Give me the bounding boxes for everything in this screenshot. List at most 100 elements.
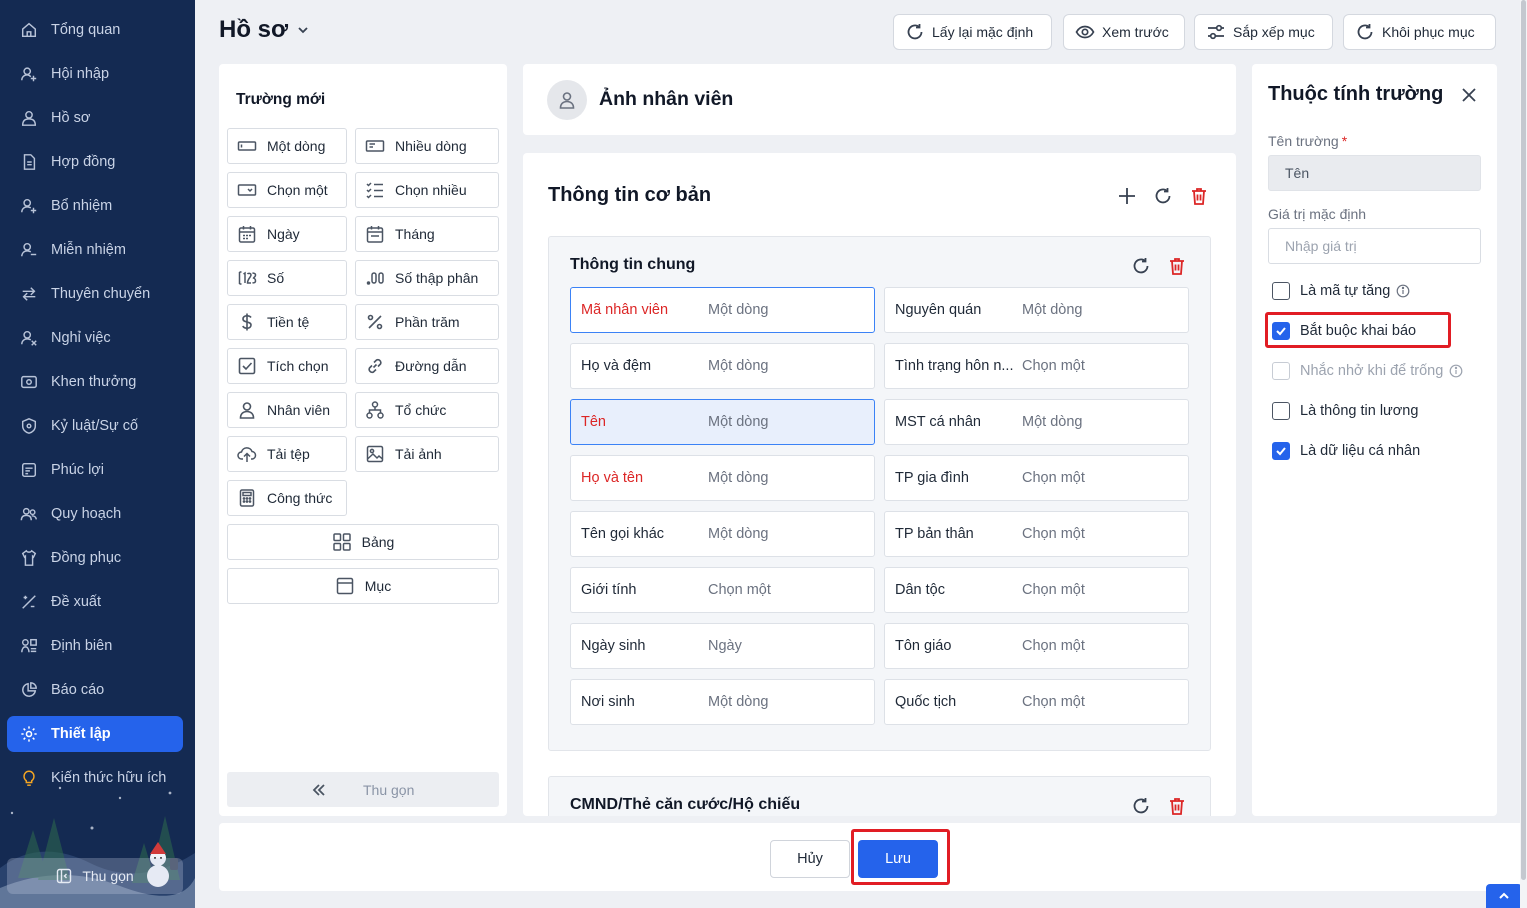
field-type-file-upload[interactable]: Tải tệp [227, 436, 347, 472]
chevron-down-icon [298, 27, 308, 34]
salary-info-checkbox[interactable] [1272, 402, 1290, 420]
field-card-alias[interactable]: Tên gọi khác Một dòng [570, 511, 875, 557]
sidebar-item-contract[interactable]: Hợp đồng [7, 144, 183, 180]
field-card-marital-status[interactable]: Tình trạng hôn n... Chọn một [884, 343, 1189, 389]
page-title[interactable]: Hồ sơ [219, 16, 310, 44]
sidebar-item-headcount[interactable]: Định biên [7, 628, 183, 664]
collapse-sidebar-label: Thu gọn [82, 868, 134, 884]
arrange-sections-button[interactable]: Sắp xếp mục [1194, 14, 1333, 50]
field-type-formula[interactable]: Công thức [227, 480, 347, 516]
close-properties-button[interactable] [1457, 83, 1481, 107]
image-icon [366, 445, 384, 463]
collapse-fields-button[interactable]: Thu gọn [227, 772, 499, 807]
sidebar-item-reward[interactable]: Khen thưởng [7, 364, 183, 400]
check-icon [1276, 447, 1286, 456]
sidebar-item-planning[interactable]: Quy hoạch [7, 496, 183, 532]
scrollbar-thumb[interactable] [1521, 0, 1526, 880]
field-type-multi-select[interactable]: Chọn nhiều [355, 172, 499, 208]
reset-default-button[interactable]: Lấy lại mặc định [893, 14, 1052, 50]
sidebar-item-proposal[interactable]: Đề xuất [7, 584, 183, 620]
field-card-middle-name[interactable]: Họ và đệm Một dòng [570, 343, 875, 389]
sidebar-item-knowledge[interactable]: Kiến thức hữu ích [7, 760, 183, 796]
user-minus-icon [21, 242, 37, 257]
collapse-sidebar-button[interactable]: Thu gọn [7, 858, 183, 894]
option-auto-increment[interactable]: Là mã tự tăng [1272, 281, 1410, 301]
reset-group-button[interactable] [1129, 254, 1153, 278]
reset-default-label: Lấy lại mặc định [932, 24, 1034, 40]
field-type-section[interactable]: Mục [227, 568, 499, 604]
field-type-label: Mục [364, 578, 392, 594]
field-type-table[interactable]: Bảng [227, 524, 499, 560]
option-personal-data[interactable]: Là dữ liệu cá nhân [1272, 441, 1420, 461]
sidebar-item-benefits[interactable]: Phúc lợi [7, 452, 183, 488]
sidebar-item-settings[interactable]: Thiết lập [7, 716, 183, 752]
field-card-gender[interactable]: Giới tính Chọn một [570, 567, 875, 613]
field-card-first-name[interactable]: Tên Một dòng [570, 399, 875, 445]
default-value-input[interactable] [1268, 228, 1481, 264]
field-card-religion[interactable]: Tôn giáo Chọn một [884, 623, 1189, 669]
sidebar-item-resignation[interactable]: Nghỉ việc [7, 320, 183, 356]
field-type-employee[interactable]: Nhân viên [227, 392, 347, 428]
sidebar-item-appointment[interactable]: Bổ nhiệm [7, 188, 183, 224]
field-card-hometown[interactable]: Nguyên quán Một dòng [884, 287, 1189, 333]
home-icon [21, 22, 37, 38]
field-type-image-upload[interactable]: Tải ảnh [355, 436, 499, 472]
field-name-input[interactable] [1268, 155, 1481, 191]
sidebar-item-profile[interactable]: Hồ sơ [7, 100, 183, 136]
delete-section-button[interactable] [1187, 184, 1211, 208]
person-icon [239, 402, 255, 419]
field-card-nationality[interactable]: Quốc tịch Chọn một [884, 679, 1189, 725]
field-type-link[interactable]: Đường dẫn [355, 348, 499, 384]
field-card-family-background[interactable]: TP gia đình Chọn một [884, 455, 1189, 501]
reset-group-button[interactable] [1129, 794, 1153, 816]
sidebar-item-dismissal[interactable]: Miễn nhiệm [7, 232, 183, 268]
field-type-label: Tích chọn [267, 358, 329, 374]
calculator-icon [239, 489, 255, 507]
field-card-personal-background[interactable]: TP bản thân Chọn một [884, 511, 1189, 557]
multi-line-icon [365, 140, 385, 152]
option-salary-info[interactable]: Là thông tin lương [1272, 401, 1418, 421]
field-card-tax-code[interactable]: MST cá nhân Một dòng [884, 399, 1189, 445]
user-leave-icon [21, 330, 37, 346]
sidebar-item-overview[interactable]: Tổng quan [7, 12, 183, 48]
page-scrollbar[interactable] [1520, 0, 1527, 908]
field-type-currency[interactable]: Tiền tệ [227, 304, 347, 340]
preview-button[interactable]: Xem trước [1063, 14, 1185, 50]
sidebar-item-discipline[interactable]: Kỷ luật/Sự cố [7, 408, 183, 444]
restore-sections-button[interactable]: Khôi phục mục [1343, 14, 1496, 50]
personal-data-checkbox[interactable] [1272, 442, 1290, 460]
sidebar-item-uniform[interactable]: Đồng phục [7, 540, 183, 576]
reset-section-button[interactable] [1151, 184, 1175, 208]
field-type: Chọn một [1022, 358, 1085, 374]
field-type-date[interactable]: Ngày [227, 216, 347, 252]
field-card-birth-place[interactable]: Nơi sinh Một dòng [570, 679, 875, 725]
field-card-full-name[interactable]: Họ và tên Một dòng [570, 455, 875, 501]
field-type-single-line[interactable]: Một dòng [227, 128, 347, 164]
delete-group-button[interactable] [1165, 254, 1189, 278]
sidebar-item-transfer[interactable]: Thuyên chuyển [7, 276, 183, 312]
field-card-employee-code[interactable]: Mã nhân viên Một dòng [570, 287, 875, 333]
field-type-decimal[interactable]: Số thập phân [355, 260, 499, 296]
sidebar-item-label: Hợp đồng [51, 154, 116, 170]
field-type-number[interactable]: Số [227, 260, 347, 296]
field-type-single-select[interactable]: Chọn một [227, 172, 347, 208]
required-checkbox[interactable] [1272, 322, 1290, 340]
save-button[interactable]: Lưu [858, 840, 938, 878]
option-label: Bắt buộc khai báo [1300, 323, 1417, 339]
sidebar-item-reports[interactable]: Báo cáo [7, 672, 183, 708]
field-type-multi-line[interactable]: Nhiều dòng [355, 128, 499, 164]
field-card-birth-date[interactable]: Ngày sinh Ngày [570, 623, 875, 669]
field-type-percent[interactable]: Phần trăm [355, 304, 499, 340]
add-group-button[interactable] [1115, 184, 1139, 208]
restore-icon [1357, 24, 1373, 40]
auto-increment-checkbox[interactable] [1272, 282, 1290, 300]
field-type-checkbox[interactable]: Tích chọn [227, 348, 347, 384]
scroll-to-top-button[interactable] [1486, 884, 1522, 908]
field-type-organization[interactable]: Tổ chức [355, 392, 499, 428]
cancel-button[interactable]: Hủy [770, 840, 850, 878]
option-required[interactable]: Bắt buộc khai báo [1272, 321, 1416, 341]
field-card-ethnicity[interactable]: Dân tộc Chọn một [884, 567, 1189, 613]
field-type-month[interactable]: Tháng [355, 216, 499, 252]
sidebar-item-onboarding[interactable]: Hội nhập [7, 56, 183, 92]
delete-group-button[interactable] [1165, 794, 1189, 816]
